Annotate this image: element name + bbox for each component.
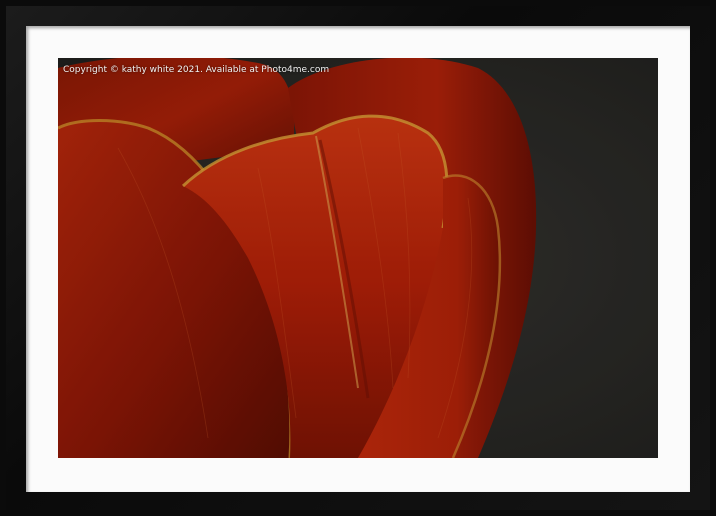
tulip-photo: Copyright © kathy white 2021. Available …	[58, 58, 658, 458]
copyright-watermark: Copyright © kathy white 2021. Available …	[63, 65, 330, 75]
picture-frame: Copyright © kathy white 2021. Available …	[0, 0, 716, 516]
tulip-illustration	[58, 58, 658, 458]
